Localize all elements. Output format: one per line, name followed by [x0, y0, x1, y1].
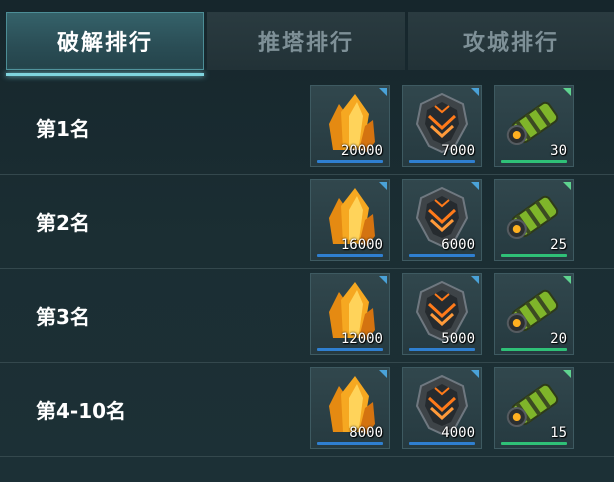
reward-slot-cannon[interactable]: 20 — [494, 273, 574, 355]
reward-count: 7000 — [441, 143, 475, 159]
reward-count: 15 — [550, 425, 567, 441]
ranking-tabs: 破解排行 推塔排行 攻城排行 — [0, 0, 614, 76]
reward-slot-crystal[interactable]: 16000 — [310, 179, 390, 261]
reward-slot-emblem[interactable]: 5000 — [402, 273, 482, 355]
reward-slot-emblem[interactable]: 7000 — [402, 85, 482, 167]
reward-count: 4000 — [441, 425, 475, 441]
reward-row: 第3名 12000 5000 20 — [0, 268, 614, 363]
reward-count: 5000 — [441, 331, 475, 347]
reward-count: 20000 — [340, 143, 383, 159]
reward-row: 第2名 16000 6000 25 — [0, 174, 614, 269]
reward-count: 16000 — [340, 237, 383, 253]
reward-count: 20 — [550, 331, 567, 347]
reward-row: 第1名 20000 7000 30 — [0, 80, 614, 175]
rank-label: 第1名 — [36, 116, 90, 141]
tab-siege-ranking[interactable]: 攻城排行 — [408, 12, 614, 70]
tab-tower-ranking[interactable]: 推塔排行 — [207, 12, 405, 70]
reward-count: 25 — [550, 237, 567, 253]
reward-slot-cannon[interactable]: 30 — [494, 85, 574, 167]
reward-count: 30 — [550, 143, 567, 159]
reward-count: 6000 — [441, 237, 475, 253]
active-tab-indicator — [6, 73, 204, 76]
reward-slot-crystal[interactable]: 12000 — [310, 273, 390, 355]
reward-slot-crystal[interactable]: 20000 — [310, 85, 390, 167]
reward-slot-cannon[interactable]: 15 — [494, 367, 574, 449]
reward-slot-crystal[interactable]: 8000 — [310, 367, 390, 449]
tab-crack-ranking[interactable]: 破解排行 — [6, 12, 204, 70]
reward-count: 8000 — [349, 425, 383, 441]
rank-label: 第2名 — [36, 210, 90, 235]
reward-row: 第4-10名 8000 4000 15 — [0, 362, 614, 457]
reward-slot-cannon[interactable]: 25 — [494, 179, 574, 261]
rank-label: 第3名 — [36, 304, 90, 329]
rank-label: 第4-10名 — [36, 398, 127, 423]
reward-slot-emblem[interactable]: 4000 — [402, 367, 482, 449]
reward-count: 12000 — [340, 331, 383, 347]
reward-slot-emblem[interactable]: 6000 — [402, 179, 482, 261]
